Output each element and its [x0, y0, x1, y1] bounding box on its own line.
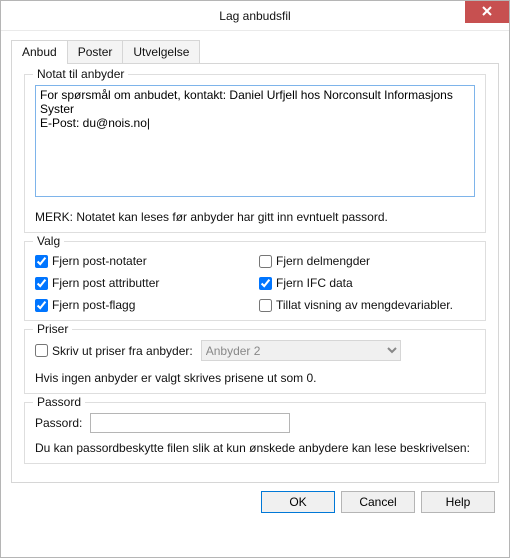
- chk-tillat-mengdevariabler-label: Tillat visning av mengdevariabler.: [276, 298, 453, 312]
- chk-fjern-post-attributter-input[interactable]: [35, 277, 48, 290]
- chk-fjern-post-flagg[interactable]: Fjern post-flagg: [35, 298, 251, 312]
- chk-fjern-ifc-data[interactable]: Fjern IFC data: [259, 276, 475, 290]
- passord-input[interactable]: [90, 413, 290, 433]
- chk-fjern-post-flagg-input[interactable]: [35, 299, 48, 312]
- group-notat-legend: Notat til anbyder: [33, 67, 128, 81]
- help-button[interactable]: Help: [421, 491, 495, 513]
- chk-fjern-post-flagg-label: Fjern post-flagg: [52, 298, 135, 312]
- close-icon: [482, 5, 492, 19]
- chk-fjern-post-notater[interactable]: Fjern post-notater: [35, 254, 251, 268]
- ok-button[interactable]: OK: [261, 491, 335, 513]
- passord-label: Passord:: [35, 416, 82, 430]
- chk-fjern-post-notater-label: Fjern post-notater: [52, 254, 147, 268]
- chk-fjern-post-notater-input[interactable]: [35, 255, 48, 268]
- group-notat: Notat til anbyder For spørsmål om anbude…: [24, 74, 486, 233]
- chk-tillat-mengdevariabler-input[interactable]: [259, 299, 272, 312]
- group-valg-legend: Valg: [33, 234, 64, 248]
- tab-strip: Anbud Poster Utvelgelse: [11, 39, 499, 63]
- chk-skriv-ut-priser-label: Skriv ut priser fra anbyder:: [52, 344, 193, 358]
- notat-note: MERK: Notatet kan leses før anbyder har …: [35, 210, 475, 224]
- chk-fjern-post-attributter-label: Fjern post attributter: [52, 276, 159, 290]
- window-title: Lag anbudsfil: [219, 9, 290, 23]
- chk-fjern-delmengder[interactable]: Fjern delmengder: [259, 254, 475, 268]
- title-bar: Lag anbudsfil: [1, 1, 509, 31]
- tab-utvelgelse[interactable]: Utvelgelse: [122, 40, 200, 63]
- chk-fjern-delmengder-label: Fjern delmengder: [276, 254, 370, 268]
- group-priser: Priser Skriv ut priser fra anbyder: Anby…: [24, 329, 486, 394]
- group-passord: Passord Passord: Du kan passordbeskytte …: [24, 402, 486, 464]
- tab-anbud[interactable]: Anbud: [11, 40, 68, 64]
- passord-note: Du kan passordbeskytte filen slik at kun…: [35, 441, 475, 455]
- chk-fjern-post-attributter[interactable]: Fjern post attributter: [35, 276, 251, 290]
- cancel-button[interactable]: Cancel: [341, 491, 415, 513]
- chk-skriv-ut-priser-input[interactable]: [35, 344, 48, 357]
- group-priser-legend: Priser: [33, 322, 72, 336]
- button-bar: OK Cancel Help: [11, 483, 499, 513]
- group-valg: Valg Fjern post-notater Fjern delmengder…: [24, 241, 486, 321]
- group-passord-legend: Passord: [33, 395, 85, 409]
- chk-tillat-mengdevariabler[interactable]: Tillat visning av mengdevariabler.: [259, 298, 475, 312]
- anbyder-select[interactable]: Anbyder 2: [201, 340, 401, 361]
- tab-poster[interactable]: Poster: [67, 40, 124, 63]
- priser-note: Hvis ingen anbyder er valgt skrives pris…: [35, 371, 475, 385]
- chk-fjern-delmengder-input[interactable]: [259, 255, 272, 268]
- tab-panel-anbud: Notat til anbyder For spørsmål om anbude…: [11, 63, 499, 483]
- chk-fjern-ifc-data-label: Fjern IFC data: [276, 276, 353, 290]
- chk-fjern-ifc-data-input[interactable]: [259, 277, 272, 290]
- close-button[interactable]: [465, 1, 509, 23]
- notat-textarea[interactable]: For spørsmål om anbudet, kontakt: Daniel…: [35, 85, 475, 197]
- chk-skriv-ut-priser[interactable]: Skriv ut priser fra anbyder:: [35, 344, 193, 358]
